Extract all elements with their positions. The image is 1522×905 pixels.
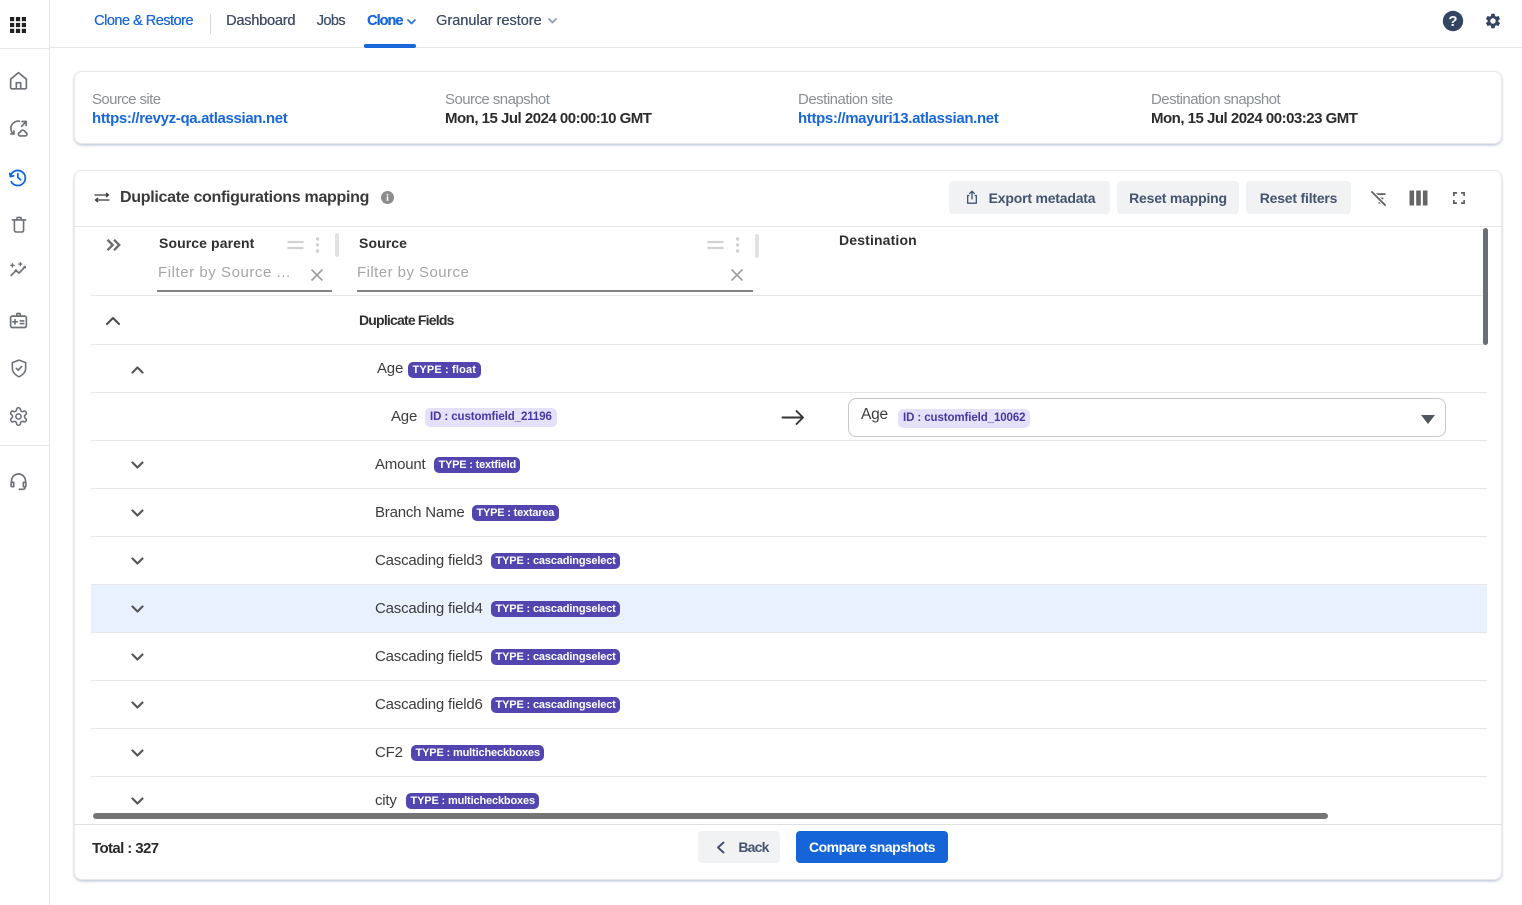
svg-text:?: ? <box>1448 13 1457 30</box>
